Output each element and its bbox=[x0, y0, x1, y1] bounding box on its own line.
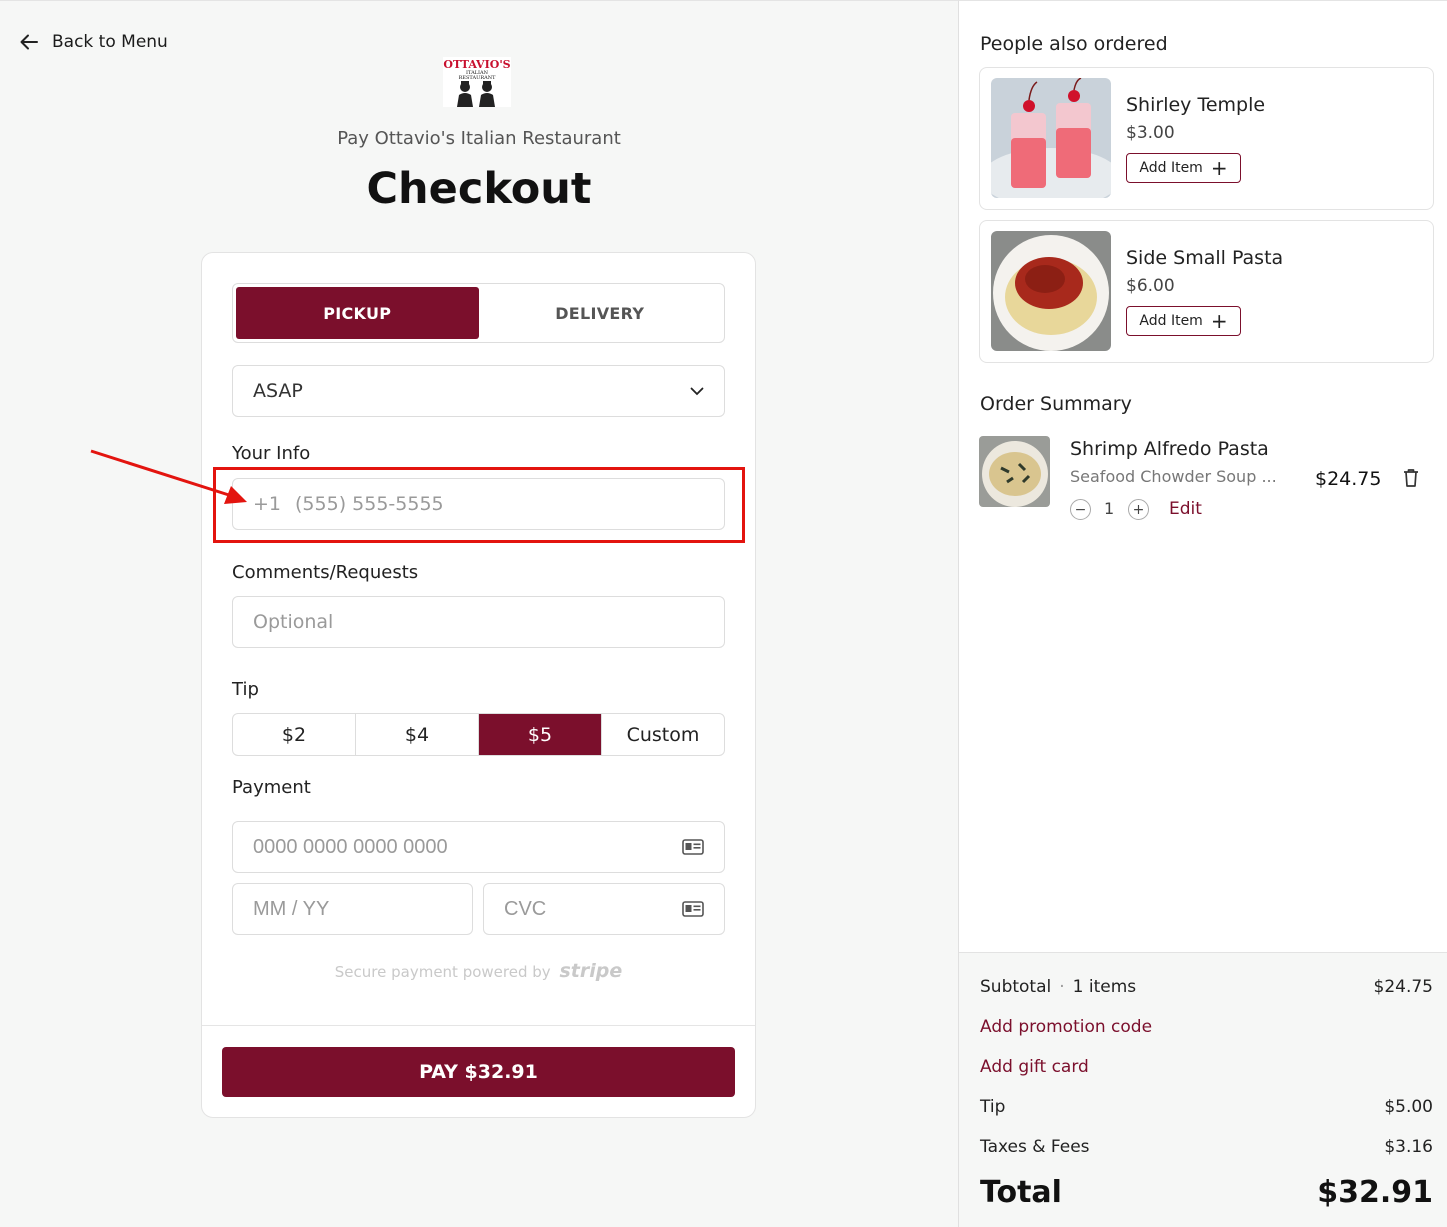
stripe-logo: stripe bbox=[559, 960, 623, 982]
shirley-temple-image bbox=[991, 78, 1111, 198]
add-promotion-code-link[interactable]: Add promotion code bbox=[980, 1017, 1152, 1037]
plus-icon: + bbox=[1210, 156, 1228, 180]
total-value: $32.91 bbox=[1317, 1175, 1433, 1210]
total-row: Total $32.91 bbox=[980, 1175, 1433, 1210]
order-item-price: $24.75 bbox=[1315, 468, 1382, 490]
secure-payment-note: Secure payment powered by stripe bbox=[202, 960, 755, 982]
upsell-item-price: $6.00 bbox=[1126, 276, 1175, 296]
item-count: 1 items bbox=[1072, 977, 1137, 997]
chevron-down-icon bbox=[690, 387, 704, 395]
card-icon bbox=[682, 839, 704, 855]
svg-text:RESTAURANT: RESTAURANT bbox=[459, 75, 496, 81]
trash-icon[interactable] bbox=[1403, 468, 1419, 488]
add-item-label: Add Item bbox=[1139, 313, 1203, 329]
add-item-label: Add Item bbox=[1139, 160, 1203, 176]
upsell-item-name: Shirley Temple bbox=[1126, 94, 1266, 116]
add-item-button[interactable]: Add Item + bbox=[1126, 306, 1241, 336]
taxes-label: Taxes & Fees bbox=[980, 1137, 1090, 1157]
upsell-item-price: $3.00 bbox=[1126, 123, 1175, 143]
plus-icon: + bbox=[1132, 501, 1145, 518]
card-divider bbox=[202, 1025, 755, 1026]
order-item-description: Seafood Chowder Soup ... bbox=[1070, 467, 1277, 486]
cvc-card-icon bbox=[682, 901, 704, 917]
plus-icon: + bbox=[1210, 309, 1228, 333]
comments-label: Comments/Requests bbox=[232, 562, 419, 583]
tip-option-custom[interactable]: Custom bbox=[602, 714, 724, 755]
pay-to-label: Pay Ottavio's Italian Restaurant bbox=[337, 128, 621, 149]
minus-icon: − bbox=[1074, 501, 1087, 518]
decrease-quantity-button[interactable]: − bbox=[1070, 499, 1091, 520]
side-small-pasta-image bbox=[991, 231, 1111, 351]
upsell-item-name: Side Small Pasta bbox=[1126, 247, 1284, 269]
order-summary-title: Order Summary bbox=[980, 393, 1132, 415]
tip-options: $2 $4 $5 Custom bbox=[232, 713, 725, 756]
total-label: Total bbox=[980, 1175, 1062, 1210]
promo-row: Add promotion code bbox=[980, 1017, 1433, 1037]
edit-item-link[interactable]: Edit bbox=[1169, 499, 1202, 519]
order-type-tabs: PICKUP DELIVERY bbox=[232, 283, 725, 343]
cvc-placeholder: CVC bbox=[504, 897, 547, 920]
annotation-highlight-box bbox=[213, 467, 745, 543]
secure-payment-text: Secure payment powered by bbox=[334, 963, 551, 981]
time-select-value: ASAP bbox=[253, 380, 303, 402]
checkout-form-card: PICKUP DELIVERY ASAP Your Info +1 (555) … bbox=[201, 252, 756, 1118]
gift-card-row: Add gift card bbox=[980, 1057, 1433, 1077]
taxes-value: $3.16 bbox=[1384, 1137, 1433, 1157]
subtotal-value: $24.75 bbox=[1373, 977, 1433, 997]
tip-row: Tip $5.00 bbox=[980, 1097, 1433, 1117]
upsell-title: People also ordered bbox=[980, 33, 1168, 55]
annotation-arrow-icon bbox=[90, 449, 247, 504]
increase-quantity-button[interactable]: + bbox=[1128, 499, 1149, 520]
subtotal-row: Subtotal · 1 items $24.75 bbox=[980, 977, 1433, 997]
back-to-menu-label: Back to Menu bbox=[52, 32, 168, 52]
page-title: Checkout bbox=[366, 164, 592, 214]
payment-label: Payment bbox=[232, 777, 311, 798]
taxes-row: Taxes & Fees $3.16 bbox=[980, 1137, 1433, 1157]
subtotal-label: Subtotal bbox=[980, 977, 1052, 997]
expiry-placeholder: MM / YY bbox=[253, 897, 330, 920]
tip-option-2[interactable]: $2 bbox=[233, 714, 356, 755]
upsell-card-side-small-pasta: Side Small Pasta $6.00 Add Item + bbox=[979, 220, 1434, 363]
comments-placeholder: Optional bbox=[253, 611, 334, 633]
order-item-quantity: 1 bbox=[1104, 499, 1115, 518]
tip-option-4[interactable]: $4 bbox=[356, 714, 479, 755]
tip-summary-label: Tip bbox=[980, 1097, 1006, 1117]
tip-label: Tip bbox=[232, 679, 259, 700]
tip-summary-value: $5.00 bbox=[1384, 1097, 1433, 1117]
add-gift-card-link[interactable]: Add gift card bbox=[980, 1057, 1089, 1077]
pay-button[interactable]: PAY $32.91 bbox=[222, 1047, 735, 1097]
upsell-card-shirley-temple: Shirley Temple $3.00 Add Item + bbox=[979, 67, 1434, 210]
totals-panel: Subtotal · 1 items $24.75 Add promotion co… bbox=[959, 952, 1447, 1227]
add-item-button[interactable]: Add Item + bbox=[1126, 153, 1241, 183]
order-item-name: Shrimp Alfredo Pasta bbox=[1070, 438, 1269, 460]
tab-pickup[interactable]: PICKUP bbox=[236, 287, 479, 339]
card-number-input[interactable]: 0000 0000 0000 0000 bbox=[232, 821, 725, 873]
tab-delivery[interactable]: DELIVERY bbox=[479, 287, 722, 339]
tip-option-5[interactable]: $5 bbox=[479, 714, 602, 755]
time-select[interactable]: ASAP bbox=[232, 365, 725, 417]
shrimp-alfredo-image bbox=[979, 436, 1050, 507]
sidebar-panel: People also ordered Shirley Temple $3.00… bbox=[958, 0, 1447, 1227]
cvc-input[interactable]: CVC bbox=[483, 883, 725, 935]
comments-input[interactable]: Optional bbox=[232, 596, 725, 648]
expiry-input[interactable]: MM / YY bbox=[232, 883, 473, 935]
restaurant-logo: OTTAVIO'S ITALIAN RESTAURANT bbox=[443, 57, 511, 107]
arrow-left-icon bbox=[20, 34, 38, 50]
checkout-panel: Back to Menu OTTAVIO'S ITALIAN RESTAURAN… bbox=[0, 0, 958, 1227]
card-number-placeholder: 0000 0000 0000 0000 bbox=[253, 835, 448, 858]
back-to-menu-link[interactable]: Back to Menu bbox=[20, 32, 168, 52]
